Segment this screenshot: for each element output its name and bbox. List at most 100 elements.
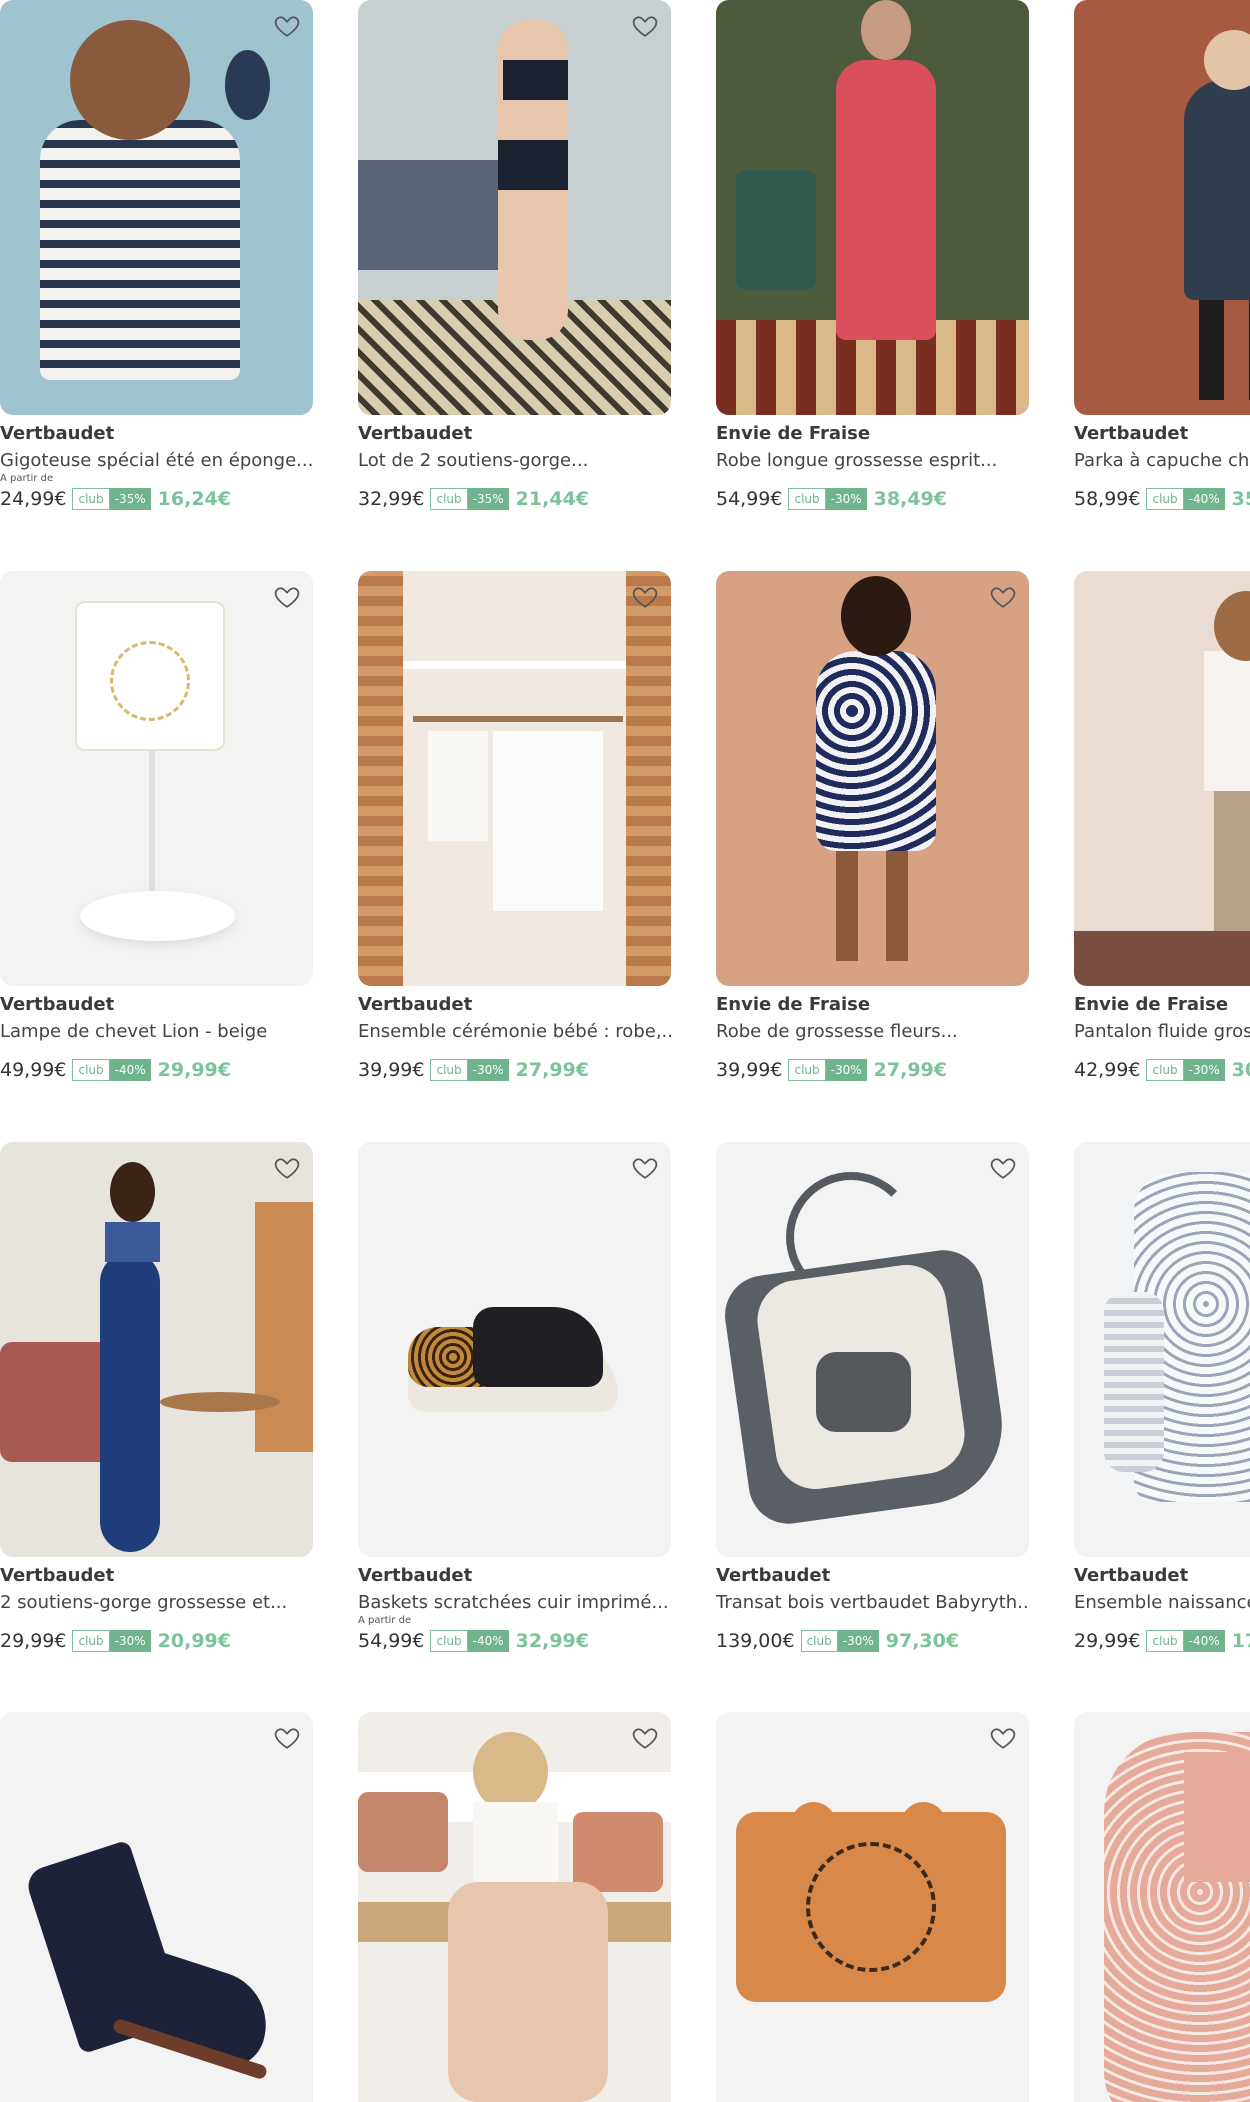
old-price: 29,99€	[0, 1630, 67, 1652]
old-price: 39,99€	[716, 1059, 783, 1081]
product-card[interactable]: Envie de Fraise Pantalon fluide gross 42…	[1074, 571, 1250, 1083]
product-image[interactable]	[358, 571, 671, 986]
favorite-heart-icon[interactable]	[631, 1154, 659, 1182]
product-card[interactable]	[358, 1712, 671, 2102]
product-title[interactable]: Pantalon fluide gross	[1074, 1021, 1250, 1043]
product-title[interactable]: Baskets scratchées cuir imprimé...	[358, 1592, 671, 1614]
discount-badge: -30%	[109, 1630, 151, 1652]
product-title[interactable]: Lampe de chevet Lion - beige	[0, 1021, 313, 1043]
old-price: 24,99€	[0, 488, 67, 510]
price-row: 24,99€ club -35% 16,24€	[0, 486, 313, 512]
product-card[interactable]: Vertbaudet Gigoteuse spécial été en épon…	[0, 0, 313, 512]
product-image[interactable]	[716, 0, 1029, 415]
old-price: 139,00€	[716, 1630, 795, 1652]
product-image[interactable]	[0, 1712, 313, 2102]
product-brand[interactable]: Vertbaudet	[358, 994, 671, 1016]
product-image[interactable]	[0, 0, 313, 415]
club-badge: club	[1146, 1059, 1184, 1081]
product-brand[interactable]: Vertbaudet	[1074, 423, 1250, 445]
price-row: 139,00€ club -30% 97,30€	[716, 1628, 1029, 1654]
product-card[interactable]: Vertbaudet Lampe de chevet Lion - beige …	[0, 571, 313, 1083]
favorite-heart-icon[interactable]	[273, 1724, 301, 1752]
product-title[interactable]: 2 soutiens-gorge grossesse et...	[0, 1592, 313, 1614]
club-badge: club	[72, 1630, 110, 1652]
price-row: 29,99€ club -30% 20,99€	[0, 1628, 313, 1654]
favorite-heart-icon[interactable]	[989, 1724, 1017, 1752]
from-label: A partir de	[0, 473, 54, 484]
favorite-heart-icon[interactable]	[631, 12, 659, 40]
product-brand[interactable]: Vertbaudet	[1074, 1565, 1250, 1587]
product-image[interactable]	[1074, 1712, 1250, 2102]
product-image[interactable]	[1074, 571, 1250, 986]
club-price: 21,44€	[515, 488, 589, 510]
product-image[interactable]	[1074, 0, 1250, 415]
favorite-heart-icon[interactable]	[989, 583, 1017, 611]
club-price: 20,99€	[157, 1630, 231, 1652]
favorite-heart-icon[interactable]	[631, 1724, 659, 1752]
product-brand[interactable]: Envie de Fraise	[716, 423, 1029, 445]
club-price: 29,99€	[157, 1059, 231, 1081]
product-brand[interactable]: Vertbaudet	[0, 423, 313, 445]
club-badge: club	[800, 1630, 838, 1652]
price-row: 39,99€ club -30% 27,99€	[358, 1057, 671, 1083]
product-brand[interactable]: Vertbaudet	[716, 1565, 1029, 1587]
product-card[interactable]: Vertbaudet Ensemble cérémonie bébé : rob…	[358, 571, 671, 1083]
product-title[interactable]: Lot de 2 soutiens-gorge...	[358, 450, 671, 472]
favorite-heart-icon[interactable]	[273, 583, 301, 611]
discount-badge: -35%	[467, 488, 509, 510]
price-row: 39,99€ club -30% 27,99€	[716, 1057, 1029, 1083]
product-card[interactable]: Vertbaudet Parka à capuche chic 58,99€ c…	[1074, 0, 1250, 512]
product-card[interactable]: Vertbaudet Transat bois vertbaudet Babyr…	[716, 1142, 1029, 1654]
old-price: 54,99€	[716, 488, 783, 510]
discount-badge: -30%	[825, 488, 867, 510]
product-card[interactable]: Vertbaudet Baskets scratchées cuir impri…	[358, 1142, 671, 1654]
product-title[interactable]: Robe de grossesse fleurs...	[716, 1021, 1029, 1043]
old-price: 49,99€	[0, 1059, 67, 1081]
favorite-heart-icon[interactable]	[631, 583, 659, 611]
product-brand[interactable]: Vertbaudet	[358, 423, 671, 445]
old-price: 42,99€	[1074, 1059, 1141, 1081]
favorite-heart-icon[interactable]	[273, 12, 301, 40]
product-brand[interactable]: Envie de Fraise	[1074, 994, 1250, 1016]
product-card[interactable]: Envie de Fraise Robe de grossesse fleurs…	[716, 571, 1029, 1083]
product-brand[interactable]: Envie de Fraise	[716, 994, 1029, 1016]
product-title[interactable]: Ensemble cérémonie bébé : robe,...	[358, 1021, 671, 1043]
product-image[interactable]	[716, 1712, 1029, 2102]
product-image[interactable]	[358, 1712, 671, 2102]
product-title[interactable]: Parka à capuche chic	[1074, 450, 1250, 472]
product-image[interactable]	[716, 1142, 1029, 1557]
product-card[interactable]: Vertbaudet Lot de 2 soutiens-gorge... 32…	[358, 0, 671, 512]
discount-badge: -30%	[825, 1059, 867, 1081]
product-grid: Vertbaudet Gigoteuse spécial été en épon…	[0, 0, 1250, 2102]
product-brand[interactable]: Vertbaudet	[0, 1565, 313, 1587]
product-card[interactable]: Vertbaudet 2 soutiens-gorge grossesse et…	[0, 1142, 313, 1654]
from-label: A partir de	[358, 1615, 412, 1626]
price-row: 29,99€ club -40% 17	[1074, 1628, 1250, 1654]
product-image[interactable]	[716, 571, 1029, 986]
product-title[interactable]: Ensemble naissance	[1074, 1592, 1250, 1614]
favorite-heart-icon[interactable]	[273, 1154, 301, 1182]
favorite-heart-icon[interactable]	[989, 1154, 1017, 1182]
product-image[interactable]	[0, 571, 313, 986]
product-title[interactable]: Transat bois vertbaudet Babyryth...	[716, 1592, 1029, 1614]
product-image[interactable]	[358, 0, 671, 415]
product-card[interactable]: Envie de Fraise Robe longue grossesse es…	[716, 0, 1029, 512]
product-card[interactable]	[716, 1712, 1029, 2102]
old-price: 39,99€	[358, 1059, 425, 1081]
product-brand[interactable]: Vertbaudet	[0, 994, 313, 1016]
price-row: 58,99€ club -40% 35	[1074, 486, 1250, 512]
discount-badge: -40%	[467, 1630, 509, 1652]
old-price: 54,99€	[358, 1630, 425, 1652]
club-price: 30	[1231, 1059, 1250, 1081]
product-image[interactable]	[358, 1142, 671, 1557]
product-title[interactable]: Robe longue grossesse esprit...	[716, 450, 1029, 472]
product-image[interactable]	[0, 1142, 313, 1557]
product-image[interactable]	[1074, 1142, 1250, 1557]
product-card[interactable]	[1074, 1712, 1250, 2102]
product-title[interactable]: Gigoteuse spécial été en éponge...	[0, 450, 313, 472]
product-card[interactable]: Vertbaudet Ensemble naissance 29,99€ clu…	[1074, 1142, 1250, 1654]
product-card[interactable]	[0, 1712, 313, 2102]
product-brand[interactable]: Vertbaudet	[358, 1565, 671, 1587]
discount-badge: -40%	[109, 1059, 151, 1081]
price-row: 42,99€ club -30% 30	[1074, 1057, 1250, 1083]
